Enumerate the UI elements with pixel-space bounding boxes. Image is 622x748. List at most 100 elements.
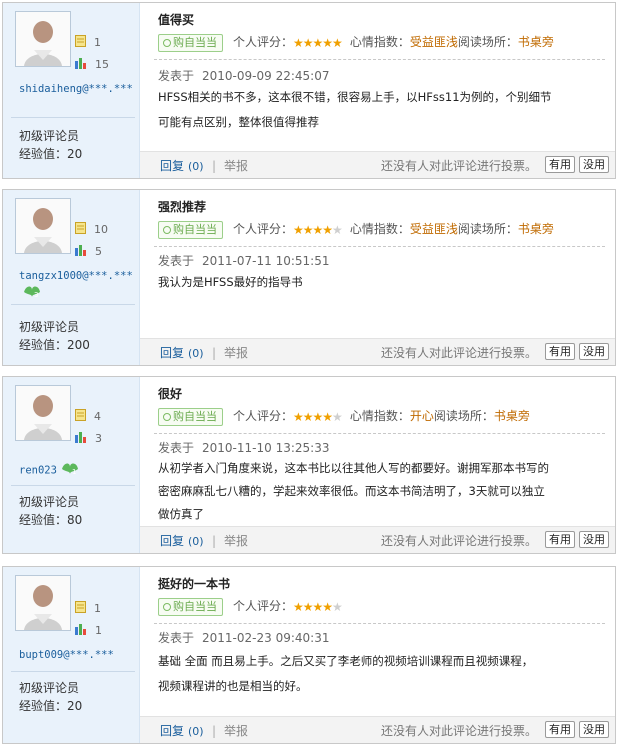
bar-chart-icon xyxy=(75,57,87,73)
review-meta: 购自当当 个人评分：★★★★★ 心情指数：开心阅读场所：书桌旁 xyxy=(158,407,530,426)
useful-button[interactable]: 有用 xyxy=(545,531,575,548)
leaf-badge-icon: 1 xyxy=(61,461,79,480)
user-rank: 初级评论员 xyxy=(19,495,80,509)
review-count: 4 xyxy=(75,409,101,423)
stat-count: 3 xyxy=(75,431,102,445)
reply-link[interactable]: 回复 (0) xyxy=(160,532,204,549)
username-link[interactable]: ren023 1 xyxy=(19,461,134,480)
divider xyxy=(154,246,605,247)
review-count: 1 xyxy=(75,601,101,615)
report-link[interactable]: 举报 xyxy=(212,344,248,361)
place-value: 书桌旁 xyxy=(493,409,530,423)
avatar[interactable] xyxy=(15,11,71,67)
useless-button[interactable]: 没用 xyxy=(579,531,609,548)
bar-chart-icon xyxy=(75,244,87,260)
rating-stars: ★★★★★ xyxy=(293,222,343,237)
user-exp: 经验值：200 xyxy=(19,338,90,352)
divider xyxy=(11,117,135,118)
bought-from-badge[interactable]: 购自当当 xyxy=(158,597,223,616)
divider xyxy=(11,304,135,305)
mood-value: 开心 xyxy=(409,409,434,423)
review-line: 做仿真了 xyxy=(158,507,204,521)
user-rank: 初级评论员 xyxy=(19,320,80,334)
review-main: 值得买 购自当当 个人评分：★★★★★ 心情指数：受益匪浅阅读场所：书桌旁 发表于 2… xyxy=(140,3,615,178)
user-rank: 初级评论员 xyxy=(19,129,80,143)
reply-link[interactable]: 回复 (0) xyxy=(160,344,204,361)
review-title: 很好 xyxy=(158,387,183,401)
bought-from-badge[interactable]: 购自当当 xyxy=(158,33,223,52)
review-title: 强烈推荐 xyxy=(158,200,207,214)
report-link[interactable]: 举报 xyxy=(212,532,248,549)
review-main: 强烈推荐 购自当当 个人评分：★★★★★ 心情指数：受益匪浅阅读场所：书桌旁 发表于… xyxy=(140,190,615,365)
divider xyxy=(154,433,605,434)
report-link[interactable]: 举报 xyxy=(212,722,248,739)
review-footer: 回复(0) 举报 还没有人对此评论进行投票。 有用 没用 xyxy=(140,716,615,743)
vote-status: 还没有人对此评论进行投票。 xyxy=(380,534,537,548)
user-panel: 10 5 tangzx1000@***.*** 3 初级评论员 经验值：200 xyxy=(3,190,140,365)
rating-label: 个人评分： xyxy=(233,409,294,423)
vote-status: 还没有人对此评论进行投票。 xyxy=(380,346,537,360)
username-link[interactable]: bupt009@***.*** xyxy=(19,647,134,663)
leaf-badge-icon: 3 xyxy=(23,284,41,303)
place-value: 书桌旁 xyxy=(517,222,554,236)
review-count: 10 xyxy=(75,222,108,236)
user-exp: 经验值：20 xyxy=(19,147,83,161)
useful-button[interactable]: 有用 xyxy=(545,721,575,738)
review-line: 视频课程讲的也是相当的好。 xyxy=(158,679,308,693)
username-link[interactable]: shidaiheng@***.*** xyxy=(19,81,134,97)
review-meta: 购自当当 个人评分：★★★★★ 心情指数：受益匪浅阅读场所：书桌旁 xyxy=(158,220,554,239)
useless-button[interactable]: 没用 xyxy=(579,721,609,738)
rating-label: 个人评分： xyxy=(233,599,294,613)
stat-count: 15 xyxy=(75,57,109,71)
place-label: 阅读场所： xyxy=(457,35,518,49)
svg-text:3: 3 xyxy=(34,291,38,298)
review-card: 1 1 bupt009@***.*** 初级评论员 经验值：20 挺好的一本书 … xyxy=(2,566,616,744)
review-text: 我认为是HFSS最好的指导书 xyxy=(158,270,595,295)
review-line: 从初学者入门角度来说，这本书比以往其他人写的都要好。谢拥军那本书写的 xyxy=(158,461,549,475)
user-panel: 1 1 bupt009@***.*** 初级评论员 经验值：20 xyxy=(3,567,140,743)
document-icon xyxy=(75,35,86,51)
document-icon xyxy=(75,601,86,617)
avatar[interactable] xyxy=(15,575,71,631)
divider xyxy=(154,59,605,60)
stat-count: 5 xyxy=(75,244,102,258)
bought-from-badge[interactable]: 购自当当 xyxy=(158,220,223,239)
bar-chart-icon xyxy=(75,431,87,447)
useful-button[interactable]: 有用 xyxy=(545,343,575,360)
useless-button[interactable]: 没用 xyxy=(579,156,609,173)
report-link[interactable]: 举报 xyxy=(212,157,248,174)
mood-label: 心情指数： xyxy=(349,222,410,236)
mood-value: 受益匪浅 xyxy=(409,35,458,49)
post-date: 发表于 2011-02-23 09:40:31 xyxy=(158,631,330,645)
avatar[interactable] xyxy=(15,385,71,441)
user-panel: 4 3 ren023 1 初级评论员 经验值：80 xyxy=(3,377,140,553)
stat-count: 1 xyxy=(75,623,102,637)
review-text: 从初学者入门角度来说，这本书比以往其他人写的都要好。谢拥军那本书写的 密密麻麻乱… xyxy=(158,457,595,526)
document-icon xyxy=(75,409,86,425)
bought-from-badge[interactable]: 购自当当 xyxy=(158,407,223,426)
reply-link[interactable]: 回复 (0) xyxy=(160,722,204,739)
review-text: 基础 全面 而且易上手。之后又买了李老师的视频培训课程而且视频课程， 视频课程讲… xyxy=(158,649,595,699)
user-exp: 经验值：80 xyxy=(19,513,83,527)
mood-value: 受益匪浅 xyxy=(409,222,458,236)
useful-button[interactable]: 有用 xyxy=(545,156,575,173)
divider xyxy=(11,671,135,672)
review-card: 1 15 shidaiheng@***.*** 初级评论员 经验值：20 值得买… xyxy=(2,2,616,179)
review-meta: 购自当当 个人评分：★★★★★ 心情指数：受益匪浅阅读场所：书桌旁 xyxy=(158,33,554,52)
username-link[interactable]: tangzx1000@***.*** 3 xyxy=(19,268,134,303)
avatar[interactable] xyxy=(15,198,71,254)
review-main: 挺好的一本书 购自当当 个人评分：★★★★★ 发表于 2011-02-23 09:4… xyxy=(140,567,615,743)
svg-text:1: 1 xyxy=(72,468,76,475)
review-line: 基础 全面 而且易上手。之后又买了李老师的视频培训课程而且视频课程， xyxy=(158,654,534,668)
useless-button[interactable]: 没用 xyxy=(579,343,609,360)
vote-status: 还没有人对此评论进行投票。 xyxy=(380,724,537,738)
review-text: HFSS相关的书不多，这本很不错，很容易上手，以HFss11为例的，个别细节 可… xyxy=(158,85,595,135)
rating-label: 个人评分： xyxy=(233,222,294,236)
reply-link[interactable]: 回复 (0) xyxy=(160,157,204,174)
user-rank: 初级评论员 xyxy=(19,681,80,695)
mood-label: 心情指数： xyxy=(349,35,410,49)
user-exp: 经验值：20 xyxy=(19,699,83,713)
review-title: 值得买 xyxy=(158,13,195,27)
review-meta: 购自当当 个人评分：★★★★★ xyxy=(158,597,350,616)
review-line: 可能有点区别，整体很值得推荐 xyxy=(158,115,319,129)
